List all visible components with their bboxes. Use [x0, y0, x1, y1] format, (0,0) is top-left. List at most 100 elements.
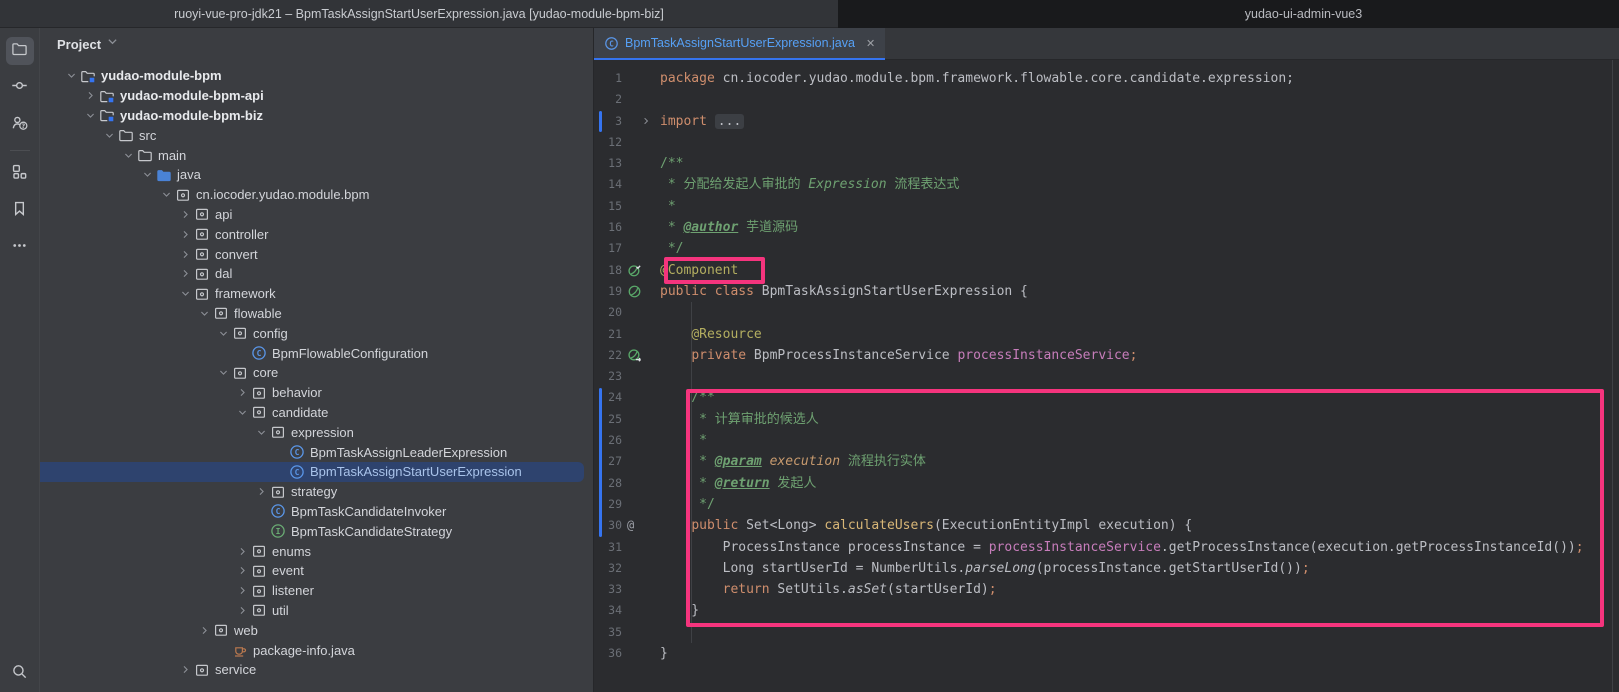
code-line-19[interactable]: 19public class BpmTaskAssignStartUserExp…	[594, 281, 1619, 302]
chevron-right-icon[interactable]	[195, 625, 213, 636]
line-number[interactable]: 12	[594, 132, 622, 153]
chevron-down-icon[interactable]	[100, 130, 118, 141]
tree-row-config[interactable]: config	[40, 323, 593, 343]
code-line-24[interactable]: 24 /**	[594, 387, 1619, 408]
chevron-right-icon[interactable]	[233, 565, 251, 576]
spring-check-gutter-icon[interactable]	[627, 263, 642, 278]
line-number[interactable]: 34	[594, 600, 622, 621]
line-number[interactable]: 18	[594, 260, 622, 281]
line-number[interactable]: 33	[594, 579, 622, 600]
tree-row-yudao-module-bpm-api[interactable]: yudao-module-bpm-api	[40, 86, 593, 106]
code-line-15[interactable]: 15 *	[594, 196, 1619, 217]
code-line-2[interactable]: 2	[594, 89, 1619, 110]
tree-row-java[interactable]: java	[40, 165, 593, 185]
line-number[interactable]: 16	[594, 217, 622, 238]
line-number[interactable]: 23	[594, 366, 622, 387]
chevron-down-icon[interactable]	[157, 189, 175, 200]
tree-row-bpmtaskcandidateinvoker[interactable]: CBpmTaskCandidateInvoker	[40, 502, 593, 522]
tree-row-bpmtaskcandidatestrategy[interactable]: IBpmTaskCandidateStrategy	[40, 521, 593, 541]
tree-row-framework[interactable]: framework	[40, 284, 593, 304]
code-line-29[interactable]: 29 */	[594, 494, 1619, 515]
tree-row-util[interactable]: util	[40, 601, 593, 621]
activity-project-button[interactable]	[6, 37, 34, 65]
chevron-right-icon[interactable]	[176, 268, 194, 279]
code-line-3[interactable]: 3import ...	[594, 111, 1619, 132]
external-annotation-icon[interactable]: @	[627, 515, 642, 530]
chevron-down-icon[interactable]	[62, 70, 80, 81]
secondary-window-titlebar[interactable]: yudao-ui-admin-vue3	[838, 0, 1619, 28]
code-line-32[interactable]: 32 Long startUserId = NumberUtils.parseL…	[594, 558, 1619, 579]
code-line-35[interactable]: 35	[594, 622, 1619, 643]
code-line-23[interactable]: 23	[594, 366, 1619, 387]
activity-structure-button[interactable]	[6, 160, 34, 188]
vcs-change-bar[interactable]	[599, 388, 602, 537]
code-editor[interactable]: 1package cn.iocoder.yudao.module.bpm.fra…	[594, 68, 1619, 664]
chevron-right-icon[interactable]	[233, 605, 251, 616]
tree-row-yudao-module-bpm[interactable]: yudao-module-bpm	[40, 66, 593, 86]
code-line-27[interactable]: 27 * @param execution 流程执行实体	[594, 451, 1619, 472]
tree-row-behavior[interactable]: behavior	[40, 383, 593, 403]
line-number[interactable]: 19	[594, 281, 622, 302]
code-line-12[interactable]: 12	[594, 132, 1619, 153]
chevron-down-icon[interactable]	[214, 328, 232, 339]
line-number[interactable]: 35	[594, 622, 622, 643]
code-line-33[interactable]: 33 return SetUtils.asSet(startUserId);	[594, 579, 1619, 600]
chevron-down-icon[interactable]	[81, 110, 99, 121]
spring-gutter-icon[interactable]	[627, 284, 642, 299]
tree-row-enums[interactable]: enums	[40, 541, 593, 561]
tree-row-bpmflowableconfiguration[interactable]: CBpmFlowableConfiguration	[40, 343, 593, 363]
tree-row-service[interactable]: service	[40, 660, 593, 680]
chevron-right-icon[interactable]	[176, 209, 194, 220]
code-line-31[interactable]: 31 ProcessInstance processInstance = pro…	[594, 537, 1619, 558]
line-number[interactable]: 21	[594, 324, 622, 345]
tree-row-dal[interactable]: dal	[40, 264, 593, 284]
chevron-down-icon[interactable]	[214, 367, 232, 378]
chevron-right-icon[interactable]	[233, 585, 251, 596]
chevron-right-icon[interactable]	[233, 546, 251, 557]
tree-row-package-info-java[interactable]: package-info.java	[40, 640, 593, 660]
chevron-down-icon[interactable]	[176, 288, 194, 299]
chevron-down-icon[interactable]	[195, 308, 213, 319]
tree-row-bpmtaskassignleaderexpression[interactable]: CBpmTaskAssignLeaderExpression	[40, 442, 593, 462]
vcs-change-bar[interactable]	[599, 111, 602, 132]
line-number[interactable]: 1	[594, 68, 622, 89]
code-line-34[interactable]: 34 }	[594, 600, 1619, 621]
code-line-26[interactable]: 26 *	[594, 430, 1619, 451]
fold-arrow-icon[interactable]	[641, 111, 651, 132]
code-line-21[interactable]: 21 @Resource	[594, 324, 1619, 345]
activity-commit-button[interactable]	[6, 74, 34, 102]
editor-tab-active[interactable]: C BpmTaskAssignStartUserExpression.java …	[594, 28, 885, 60]
tree-row-convert[interactable]: convert	[40, 244, 593, 264]
activity-pull-requests-button[interactable]: ?	[6, 111, 34, 139]
line-number[interactable]: 22	[594, 345, 622, 366]
line-number[interactable]: 13	[594, 153, 622, 174]
line-number[interactable]: 31	[594, 537, 622, 558]
tree-row-core[interactable]: core	[40, 363, 593, 383]
chevron-right-icon[interactable]	[176, 229, 194, 240]
code-line-14[interactable]: 14 * 分配给发起人审批的 Expression 流程表达式	[594, 174, 1619, 195]
chevron-right-icon[interactable]	[233, 387, 251, 398]
spring-arrow-gutter-icon[interactable]	[627, 348, 642, 363]
chevron-right-icon[interactable]	[176, 664, 194, 675]
tree-row-yudao-module-bpm-biz[interactable]: yudao-module-bpm-biz	[40, 106, 593, 126]
code-line-1[interactable]: 1package cn.iocoder.yudao.module.bpm.fra…	[594, 68, 1619, 89]
tree-row-api[interactable]: api	[40, 205, 593, 225]
line-number[interactable]: 17	[594, 238, 622, 259]
chevron-right-icon[interactable]	[252, 486, 270, 497]
line-number[interactable]: 32	[594, 558, 622, 579]
code-line-25[interactable]: 25 * 计算审批的候选人	[594, 409, 1619, 430]
code-line-16[interactable]: 16 * @author 芋道源码	[594, 217, 1619, 238]
activity-bookmarks-button[interactable]	[6, 197, 34, 225]
tree-row-cn-iocoder-yudao-module-bpm[interactable]: cn.iocoder.yudao.module.bpm	[40, 185, 593, 205]
chevron-right-icon[interactable]	[176, 249, 194, 260]
activity-search-everywhere-button[interactable]	[6, 660, 34, 688]
line-number[interactable]: 20	[594, 302, 622, 323]
chevron-down-icon[interactable]	[252, 427, 270, 438]
code-line-30[interactable]: 30@ public Set<Long> calculateUsers(Exec…	[594, 515, 1619, 536]
line-number[interactable]: 36	[594, 643, 622, 664]
tree-row-candidate[interactable]: candidate	[40, 403, 593, 423]
code-line-28[interactable]: 28 * @return 发起人	[594, 473, 1619, 494]
project-panel-header[interactable]: Project	[40, 28, 593, 60]
tree-row-flowable[interactable]: flowable	[40, 304, 593, 324]
chevron-down-icon[interactable]	[119, 150, 137, 161]
